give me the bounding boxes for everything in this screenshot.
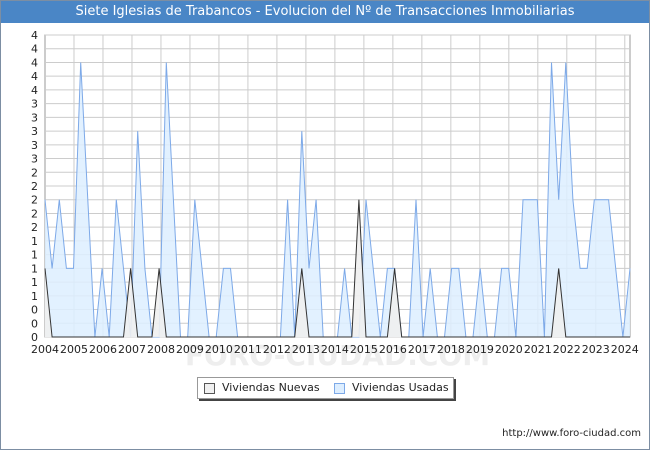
x-tick-label: 2015: [350, 343, 378, 356]
x-tick-label: 2022: [553, 343, 581, 356]
x-tick-label: 2012: [263, 343, 291, 356]
y-tick-label: 1: [31, 276, 38, 289]
x-tick-label: 2016: [379, 343, 407, 356]
x-tick-label: 2023: [582, 343, 610, 356]
x-tick-label: 2008: [147, 343, 175, 356]
x-tick-label: 2011: [234, 343, 262, 356]
y-tick-label: 3: [31, 125, 38, 138]
y-tick-label: 4: [31, 56, 38, 69]
y-tick-label: 3: [31, 98, 38, 111]
x-axis-ticks: 2004 2005 2006 2007 2008 2009 2010 2011 2012 2013…: [31, 343, 639, 356]
x-tick-label: 2009: [176, 343, 204, 356]
x-tick-label: 2014: [321, 343, 349, 356]
y-tick-label: 4: [31, 70, 38, 83]
legend-swatch-usadas: [334, 383, 345, 394]
y-tick-label: 3: [31, 153, 38, 166]
x-tick-label: 2019: [466, 343, 494, 356]
y-tick-label: 0: [31, 317, 38, 330]
y-tick-label: 4: [31, 43, 38, 56]
x-tick-label: 2006: [89, 343, 117, 356]
y-axis-ticks: 00011111222223333344444: [31, 29, 38, 344]
y-tick-label: 1: [31, 235, 38, 248]
y-tick-label: 2: [31, 180, 38, 193]
x-tick-label: 2007: [118, 343, 146, 356]
y-tick-label: 4: [31, 29, 38, 42]
x-tick-label: 2021: [524, 343, 552, 356]
x-tick-label: 2013: [292, 343, 320, 356]
y-tick-label: 0: [31, 304, 38, 317]
y-tick-label: 2: [31, 194, 38, 207]
y-tick-label: 1: [31, 290, 38, 303]
y-tick-label: 4: [31, 84, 38, 97]
legend-swatch-nuevas: [204, 383, 215, 394]
y-tick-label: 1: [31, 249, 38, 262]
y-tick-label: 3: [31, 139, 38, 152]
x-tick-label: 2004: [31, 343, 59, 356]
y-tick-label: 3: [31, 111, 38, 124]
x-tick-label: 2024: [611, 343, 639, 356]
x-tick-label: 2005: [60, 343, 88, 356]
x-tick-label: 2018: [437, 343, 465, 356]
y-tick-label: 2: [31, 221, 38, 234]
x-tick-label: 2017: [408, 343, 436, 356]
y-tick-label: 2: [31, 207, 38, 220]
legend-label-usadas: Viviendas Usadas: [352, 381, 449, 394]
y-tick-label: 2: [31, 166, 38, 179]
legend: Viviendas Nuevas Viviendas Usadas: [197, 377, 454, 399]
footer-url: http://www.foro-ciudad.com: [502, 428, 641, 439]
x-tick-label: 2020: [495, 343, 523, 356]
legend-label-nuevas: Viviendas Nuevas: [222, 381, 320, 394]
x-tick-label: 2010: [205, 343, 233, 356]
y-tick-label: 1: [31, 262, 38, 275]
